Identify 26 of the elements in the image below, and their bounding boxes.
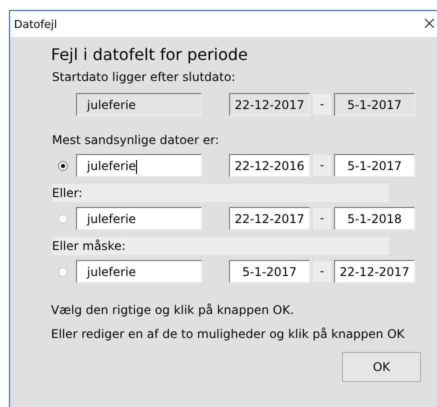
date-separator: -: [313, 94, 331, 115]
radio-button[interactable]: [58, 266, 68, 276]
name-field[interactable]: juleferie: [76, 207, 202, 230]
section-label: Eller måske:: [52, 237, 389, 255]
close-button[interactable]: ×: [422, 14, 437, 34]
window-title: Datofejl: [14, 18, 58, 30]
start-date-field[interactable]: 22-12-2017: [229, 207, 310, 230]
section-label: Startdato ligger efter slutdato:: [52, 69, 236, 86]
dialog-heading: Fejl i datofelt for periode: [51, 45, 249, 64]
ok-button[interactable]: OK: [342, 352, 421, 382]
radio-button[interactable]: [58, 214, 68, 224]
name-field[interactable]: juleferie: [76, 154, 202, 177]
date-separator: -: [313, 261, 331, 282]
end-date-field[interactable]: 22-12-2017: [334, 260, 415, 283]
section-label: Mest sandsynlige datoer er:: [52, 132, 220, 149]
name-field[interactable]: juleferie: [76, 260, 202, 283]
start-date-field[interactable]: 22-12-2016: [229, 154, 310, 177]
date-separator: -: [313, 208, 331, 229]
instruction-text: Eller rediger en af de to muligheder og klik på knappen OK: [51, 326, 406, 343]
section-label: Eller:: [52, 184, 389, 202]
radio-button[interactable]: [58, 160, 68, 170]
date-separator: -: [313, 155, 331, 176]
start-date-field[interactable]: 5-1-2017: [229, 260, 310, 283]
end-date-field[interactable]: 5-1-2017: [334, 154, 415, 177]
instruction-text: Vælg den rigtige og klik på knappen OK.: [51, 302, 295, 319]
end-date-field[interactable]: 5-1-2018: [334, 207, 415, 230]
